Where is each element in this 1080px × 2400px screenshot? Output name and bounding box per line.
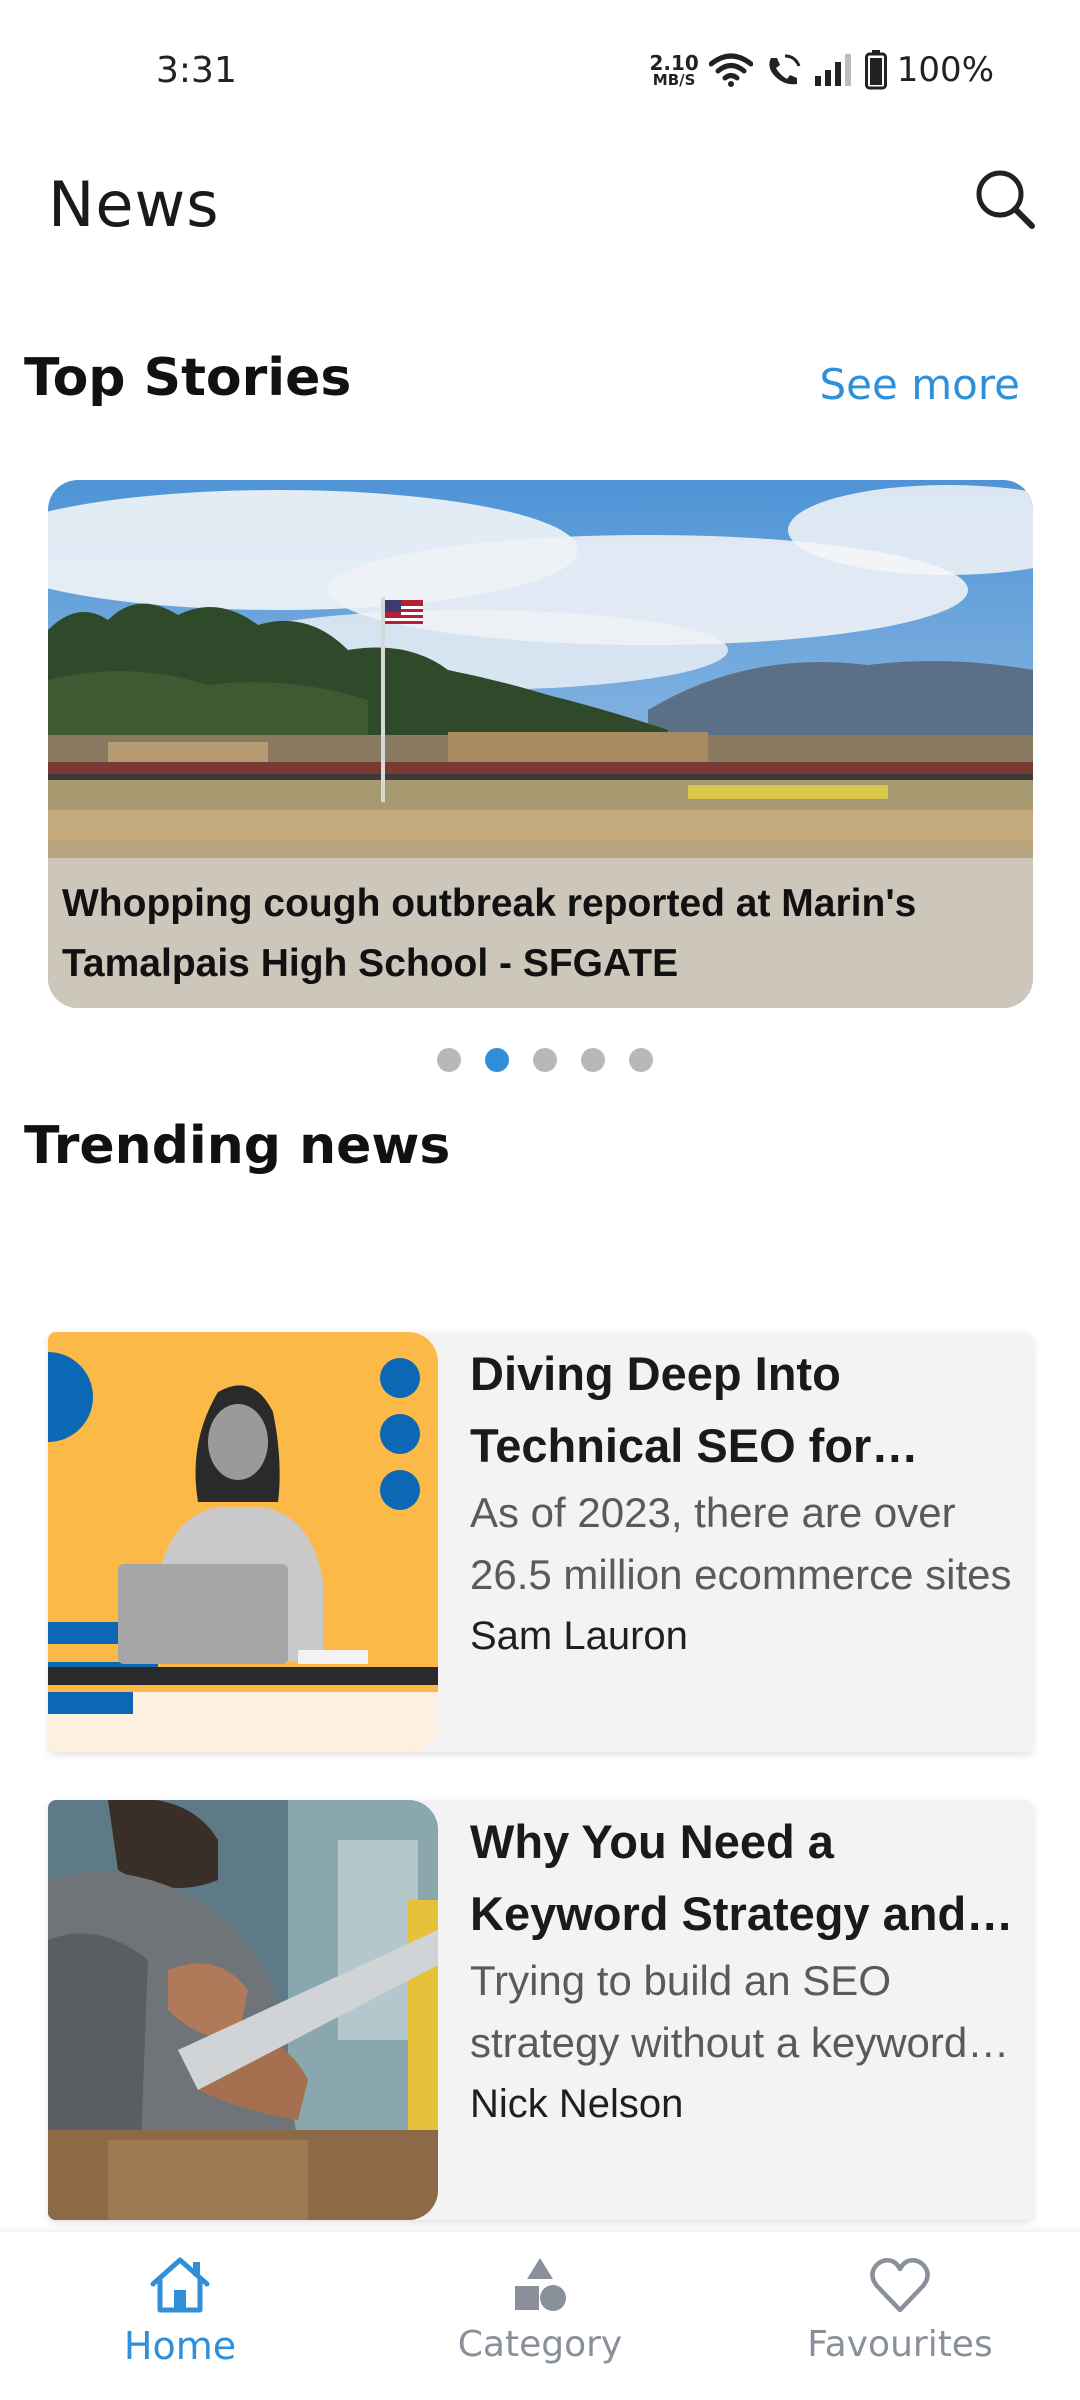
see-more-link[interactable]: See more — [820, 360, 1020, 409]
news-title: Why You Need a Keyword Strategy and How … — [470, 1815, 967, 1940]
wifi-icon — [708, 53, 753, 87]
network-speed-unit: MB/S — [652, 70, 696, 89]
news-description: Trying to build an SEO strategy without … — [470, 1957, 968, 2066]
news-image — [48, 1800, 438, 2220]
carousel-dot[interactable] — [533, 1048, 557, 1072]
carousel-dot[interactable] — [581, 1048, 605, 1072]
search-button[interactable] — [970, 164, 1040, 234]
carousel-indicator — [0, 1048, 1080, 1072]
news-description: As of 2023, there are over 26.5 million … — [470, 1489, 1012, 1598]
wifi-calling-icon — [769, 54, 801, 85]
nav-home-label: Home — [123, 2324, 237, 2368]
carousel-dot[interactable] — [437, 1048, 461, 1072]
nav-favourites[interactable]: Favourites — [720, 2232, 1080, 2400]
battery-icon — [864, 50, 887, 90]
network-speed-value: 2.10 — [649, 50, 699, 75]
carousel-dot-active[interactable] — [485, 1048, 509, 1072]
story-caption-line-2: Tamalpais High School - SFGATE — [62, 942, 679, 985]
news-image — [48, 1332, 438, 1752]
nav-home[interactable]: Home — [0, 2232, 360, 2400]
nav-category-label: Category — [457, 2324, 623, 2365]
bottom-navigation: Home Category Favourites — [0, 2232, 1080, 2400]
news-card[interactable]: Diving Deep Into Technical SEO for Ecomm… — [48, 1332, 1033, 1752]
heart-icon — [870, 2258, 930, 2313]
home-icon — [150, 2257, 210, 2313]
trending-news-title: Trending news — [24, 1116, 451, 1176]
status-time: 3:31 — [156, 50, 237, 91]
battery-percent: 100% — [896, 50, 994, 90]
top-stories-carousel[interactable]: Whopping cough outbreak reported at Mari… — [48, 480, 1033, 1008]
news-thumbnail — [48, 1332, 438, 1752]
signal-icon — [814, 54, 851, 86]
status-icons: 2.10 MB/S 100% — [649, 48, 994, 92]
page-title: News — [48, 168, 220, 241]
news-card-body: Diving Deep Into Technical SEO for Ecomm… — [470, 1338, 1030, 1666]
nav-category[interactable]: Category — [360, 2232, 720, 2400]
news-author: Sam Lauron — [470, 1614, 688, 1658]
news-author: Nick Nelson — [470, 2082, 684, 2126]
category-icon — [515, 2258, 566, 2311]
nav-favourites-label: Favourites — [807, 2324, 993, 2365]
story-caption: Whopping cough outbreak reported at Mari… — [48, 858, 1033, 1008]
news-card[interactable]: Why You Need a Keyword Strategy and How … — [48, 1800, 1033, 2220]
carousel-dot[interactable] — [629, 1048, 653, 1072]
news-title: Diving Deep Into Technical SEO for Ecomm… — [470, 1347, 872, 1472]
network-speed: 2.10 MB/S — [649, 53, 698, 88]
top-stories-title: Top Stories — [24, 348, 352, 408]
status-bar: 3:31 2.10 MB/S 100% — [0, 0, 1080, 140]
search-icon — [976, 170, 1035, 229]
news-thumbnail — [48, 1800, 438, 2220]
story-caption-line-1: Whopping cough outbreak reported at Mari… — [62, 882, 917, 925]
news-card-body: Why You Need a Keyword Strategy and How … — [470, 1806, 1030, 2134]
